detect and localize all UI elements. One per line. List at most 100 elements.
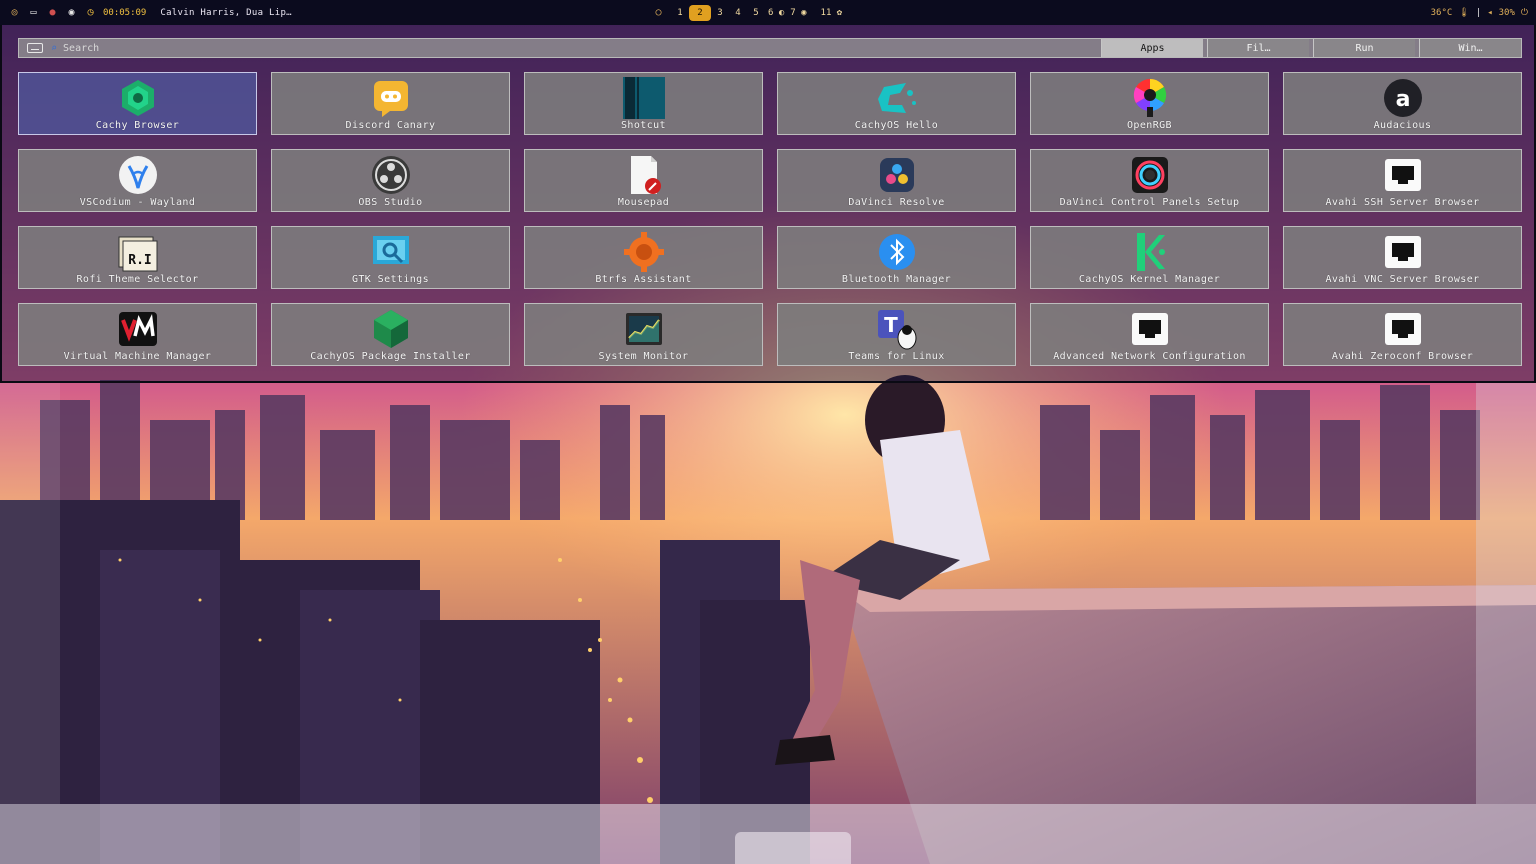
app-tile-gtk-settings[interactable]: GTK Settings bbox=[271, 226, 510, 289]
app-tile-virt-manager[interactable]: Virtual Machine Manager bbox=[18, 303, 257, 366]
idle-inhibitor-icon[interactable]: ◎ bbox=[8, 6, 21, 19]
search-bar: ⌕ Apps Fil… Run Win… bbox=[18, 38, 1522, 58]
top-bar: ◎ ▭ ● ◉ ◷ 00:05:09 Calvin Harris, Dua Li… bbox=[0, 0, 1536, 25]
discord-canary-icon bbox=[373, 81, 408, 117]
workspace-5[interactable]: 5 bbox=[747, 5, 765, 21]
moon-icon: ◐ bbox=[778, 7, 785, 18]
workspace-4[interactable]: 4 bbox=[729, 5, 747, 21]
workspace-3[interactable]: 3 bbox=[711, 5, 729, 21]
mode-apps[interactable]: Apps bbox=[1101, 39, 1203, 57]
workspace-2[interactable]: 2 bbox=[689, 4, 711, 21]
app-tile-davinci-control-panels[interactable]: DaVinci Control Panels Setup bbox=[1030, 149, 1269, 212]
volume-text[interactable]: 30% bbox=[1499, 8, 1515, 18]
app-label: Avahi Zeroconf Browser bbox=[1331, 351, 1474, 362]
cachyos-hello-icon bbox=[877, 83, 916, 113]
app-label: Audacious bbox=[1373, 120, 1432, 131]
app-label: System Monitor bbox=[598, 351, 689, 362]
app-tile-cachyos-hello[interactable]: CachyOS Hello bbox=[777, 72, 1016, 135]
package-installer-icon bbox=[373, 310, 408, 348]
workspace-1[interactable]: 1 bbox=[671, 5, 689, 21]
openrgb-icon bbox=[1133, 78, 1166, 117]
app-tile-system-monitor[interactable]: System Monitor bbox=[524, 303, 763, 366]
app-tile-btrfs-assistant[interactable]: Btrfs Assistant bbox=[524, 226, 763, 289]
bottom-dock bbox=[0, 804, 1536, 864]
dock-tab[interactable] bbox=[735, 832, 851, 864]
rofi-theme-icon: R.I bbox=[118, 236, 157, 272]
app-label: GTK Settings bbox=[351, 274, 430, 285]
app-grid: Cachy Browser Discord Canary Shotcut Cac… bbox=[18, 72, 1522, 366]
app-tile-openrgb[interactable]: OpenRGB bbox=[1030, 72, 1269, 135]
search-icon: ⌕ bbox=[51, 42, 58, 54]
app-label: Rofi Theme Selector bbox=[76, 274, 199, 285]
app-label: Shotcut bbox=[621, 120, 666, 131]
app-tile-discord-canary[interactable]: Discord Canary bbox=[271, 72, 510, 135]
network-port-icon bbox=[1384, 313, 1421, 345]
app-label: DaVinci Control Panels Setup bbox=[1059, 197, 1240, 208]
workspace-11[interactable]: 11 ✿ bbox=[818, 5, 846, 21]
power-menu-icon[interactable]: ⏻ bbox=[1521, 8, 1528, 18]
app-tile-package-installer[interactable]: CachyOS Package Installer bbox=[271, 303, 510, 366]
mousepad-icon bbox=[630, 156, 661, 194]
app-tile-network-config[interactable]: Advanced Network Configuration bbox=[1030, 303, 1269, 366]
svg-text:T: T bbox=[884, 313, 898, 337]
mode-windows[interactable]: Win… bbox=[1419, 39, 1521, 57]
app-label: OpenRGB bbox=[1127, 120, 1172, 131]
app-label: Bluetooth Manager bbox=[841, 274, 952, 285]
app-tile-kernel-manager[interactable]: CachyOS Kernel Manager bbox=[1030, 226, 1269, 289]
teams-icon: T bbox=[877, 310, 916, 350]
app-label: Btrfs Assistant bbox=[595, 274, 692, 285]
recording-icon[interactable]: ● bbox=[46, 6, 59, 19]
virt-manager-icon bbox=[118, 312, 157, 346]
app-tile-cachy-browser[interactable]: Cachy Browser bbox=[18, 72, 257, 135]
app-tile-vscodium[interactable]: VSCodium - Wayland bbox=[18, 149, 257, 212]
workspace-6[interactable]: 6 ◐ bbox=[765, 5, 787, 21]
power-icon[interactable]: ○ bbox=[652, 6, 665, 19]
app-label: OBS Studio bbox=[358, 197, 423, 208]
obs-studio-icon bbox=[371, 156, 410, 194]
search-input[interactable] bbox=[63, 40, 1064, 56]
workspace-7-label: 7 bbox=[790, 7, 796, 18]
app-label: Advanced Network Configuration bbox=[1053, 351, 1246, 362]
window-icon[interactable]: ▭ bbox=[27, 6, 40, 19]
app-label: CachyOS Hello bbox=[854, 120, 939, 131]
workspace-7[interactable]: 7 ◉ bbox=[787, 5, 809, 21]
app-tile-obs-studio[interactable]: OBS Studio bbox=[271, 149, 510, 212]
cachy-browser-icon bbox=[121, 80, 154, 116]
app-tile-shotcut[interactable]: Shotcut bbox=[524, 72, 763, 135]
app-tile-teams[interactable]: T Teams for Linux bbox=[777, 303, 1016, 366]
media-title[interactable]: Calvin Harris, Dua Lip… bbox=[160, 8, 292, 18]
temperature-text: 36°C bbox=[1430, 7, 1453, 18]
discord-icon[interactable]: ◉ bbox=[65, 6, 78, 19]
kernel-manager-icon bbox=[1136, 233, 1165, 271]
mode-files[interactable]: Fil… bbox=[1207, 39, 1309, 57]
app-tile-rofi-theme[interactable]: R.I Rofi Theme Selector bbox=[18, 226, 257, 289]
shotcut-icon bbox=[622, 77, 665, 119]
network-port-icon bbox=[1131, 313, 1168, 345]
discord-ws-icon: ◉ bbox=[801, 7, 807, 18]
btrfs-assistant-icon bbox=[623, 232, 664, 272]
app-tile-mousepad[interactable]: Mousepad bbox=[524, 149, 763, 212]
volume-icon[interactable]: ◂ bbox=[1487, 8, 1492, 18]
app-label: Discord Canary bbox=[345, 120, 436, 131]
app-label: CachyOS Kernel Manager bbox=[1078, 274, 1221, 285]
clock-text: 00:05:09 bbox=[103, 7, 147, 18]
mode-run[interactable]: Run bbox=[1313, 39, 1415, 57]
keyboard-icon bbox=[27, 43, 43, 53]
app-tile-davinci-resolve[interactable]: DaVinci Resolve bbox=[777, 149, 1016, 212]
app-label: DaVinci Resolve bbox=[848, 197, 945, 208]
system-monitor-icon bbox=[625, 313, 662, 345]
app-label: Virtual Machine Manager bbox=[63, 351, 212, 362]
audacious-icon: a bbox=[1383, 79, 1422, 117]
app-tile-audacious[interactable]: a Audacious bbox=[1283, 72, 1522, 135]
app-label: CachyOS Package Installer bbox=[310, 351, 471, 362]
workspace-switcher: ○ 1 2 3 4 5 6 ◐ 7 ◉ 11 ✿ bbox=[652, 0, 845, 25]
app-tile-bluetooth-manager[interactable]: Bluetooth Manager bbox=[777, 226, 1016, 289]
desktop-left-strip bbox=[0, 383, 60, 804]
app-tile-avahi-vnc[interactable]: Avahi VNC Server Browser bbox=[1283, 226, 1522, 289]
workspace-11-label: 11 bbox=[820, 7, 832, 18]
app-tile-avahi-ssh[interactable]: Avahi SSH Server Browser bbox=[1283, 149, 1522, 212]
davinci-resolve-icon bbox=[879, 158, 914, 192]
bluetooth-icon bbox=[878, 234, 915, 270]
gtk-settings-icon bbox=[372, 236, 409, 264]
app-tile-avahi-zeroconf[interactable]: Avahi Zeroconf Browser bbox=[1283, 303, 1522, 366]
